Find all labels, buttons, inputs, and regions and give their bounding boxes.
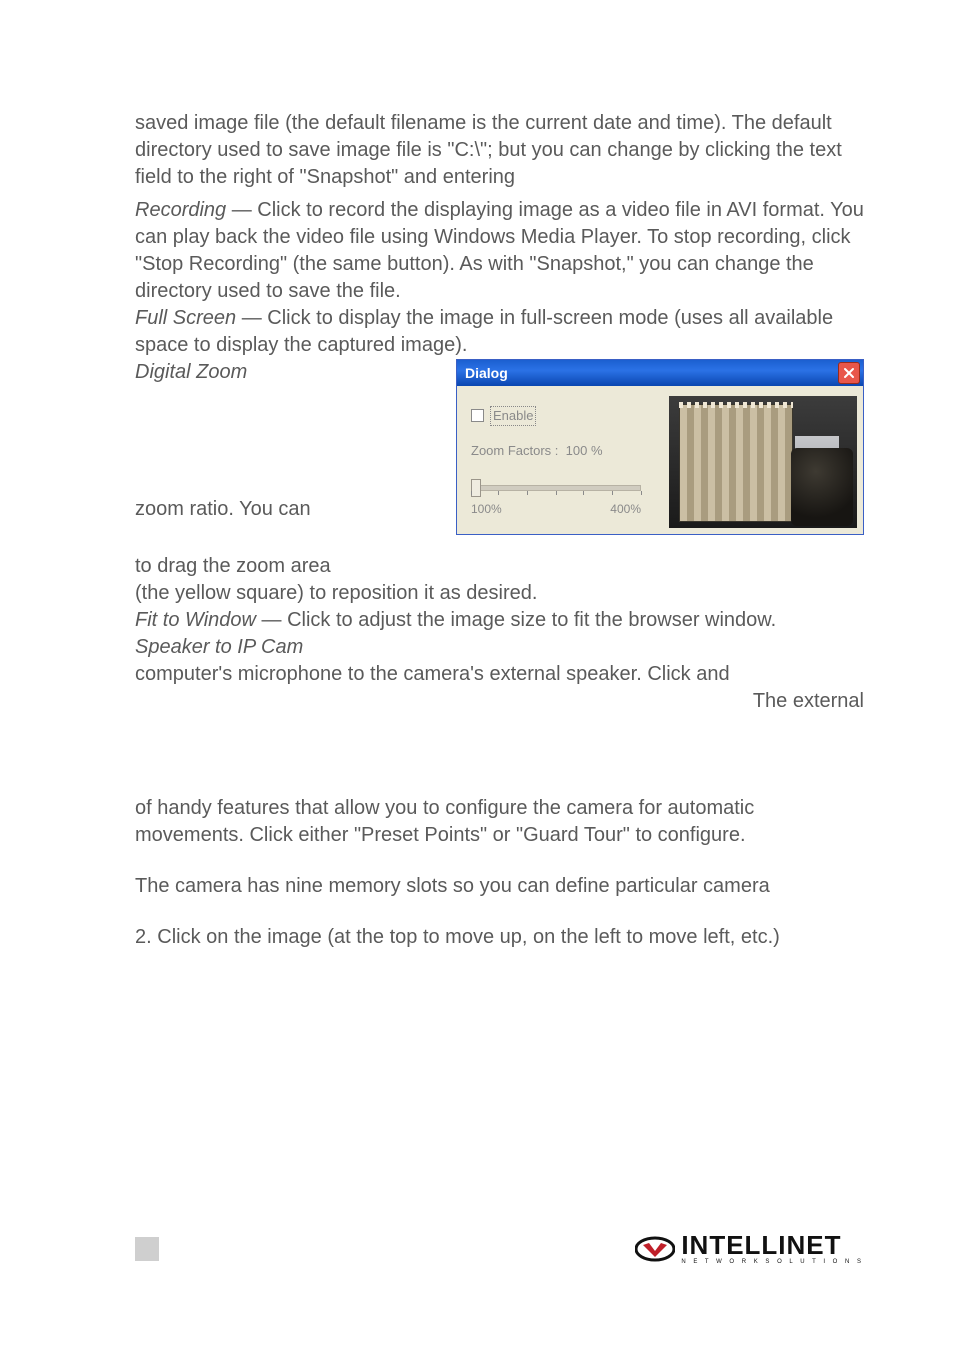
spacer: [135, 900, 864, 924]
preview-curtains: [679, 404, 793, 522]
text-nine-slots: The camera has nine memory slots so you …: [135, 873, 864, 900]
text-handy-features: of handy features that allow you to conf…: [135, 795, 864, 849]
zoom-factors-row: Zoom Factors : 100 %: [471, 442, 659, 460]
preview-foreground: [791, 448, 853, 526]
logo-icon: [635, 1235, 675, 1263]
term-speaker: Speaker to IP Cam: [135, 636, 303, 658]
preview-top-edge: [679, 402, 793, 408]
enable-checkbox[interactable]: [471, 409, 484, 422]
text-fullscreen: — Click to display the image in full-scr…: [135, 307, 833, 356]
slider-thumb[interactable]: [471, 479, 481, 497]
dialog-title: Dialog: [465, 364, 508, 383]
text-speaker-body: computer's microphone to the camera's ex…: [135, 661, 864, 688]
enable-label: Enable: [490, 406, 536, 426]
zoom-value: 100: [566, 443, 588, 458]
step-2: 2. Click on the image (at the top to mov…: [135, 924, 864, 951]
slider-labels: 100% 400%: [471, 501, 641, 517]
text-fit: — Click to adjust the image size to fit …: [256, 609, 776, 631]
zoom-percent: %: [591, 443, 603, 458]
dialog-titlebar[interactable]: Dialog: [457, 360, 863, 386]
footer-page-box: [135, 1237, 159, 1261]
page-footer: INTELLINET N E T W O R K S O L U T I O N…: [135, 1232, 864, 1266]
logo-subtitle: N E T W O R K S O L U T I O N S: [681, 1258, 864, 1266]
slider-min: 100%: [471, 501, 502, 517]
paragraph-recording: Recording — Click to record the displayi…: [135, 197, 864, 305]
paragraph-fullscreen: Full Screen — Click to display the image…: [135, 305, 864, 359]
text-yellow-square: (the yellow square) to reposition it as …: [135, 580, 864, 607]
close-icon: [843, 367, 855, 379]
enable-row: Enable: [471, 406, 659, 426]
text-recording: — Click to record the displaying image a…: [135, 199, 864, 302]
text-drag-area: to drag the zoom area: [135, 553, 864, 580]
slider-max: 400%: [610, 501, 641, 517]
close-button[interactable]: [838, 362, 860, 384]
spacer: [135, 715, 864, 795]
zoom-factors-label: Zoom Factors :: [471, 443, 558, 458]
document-page: saved image file (the default filename i…: [0, 0, 954, 1350]
term-digital-zoom: Digital Zoom: [135, 361, 247, 383]
step-text: Click on the image (at the top to move u…: [157, 926, 780, 948]
logo-text-block: INTELLINET N E T W O R K S O L U T I O N…: [681, 1232, 864, 1266]
brand-logo: INTELLINET N E T W O R K S O L U T I O N…: [635, 1232, 864, 1266]
step-number: 2.: [135, 926, 152, 948]
camera-preview[interactable]: [669, 396, 857, 528]
term-recording: Recording: [135, 199, 226, 221]
zoom-slider[interactable]: [471, 481, 641, 499]
dialog-controls: Enable Zoom Factors : 100 %: [467, 396, 663, 528]
logo-name: INTELLINET: [681, 1232, 864, 1258]
dialog-body: Enable Zoom Factors : 100 %: [457, 386, 863, 534]
zoom-slider-area: 100% 400%: [471, 481, 659, 517]
term-fit-window: Fit to Window: [135, 609, 256, 631]
paragraph-speaker: Speaker to IP Cam: [135, 634, 864, 661]
spacer: [135, 849, 864, 873]
paragraph-saved-image: saved image file (the default filename i…: [135, 110, 864, 191]
paragraph-fit: Fit to Window — Click to adjust the imag…: [135, 607, 864, 634]
term-fullscreen: Full Screen: [135, 307, 236, 329]
zoom-dialog: Dialog Enable Zoom Factors : 100 %: [456, 359, 864, 535]
text-external: The external: [135, 688, 864, 715]
